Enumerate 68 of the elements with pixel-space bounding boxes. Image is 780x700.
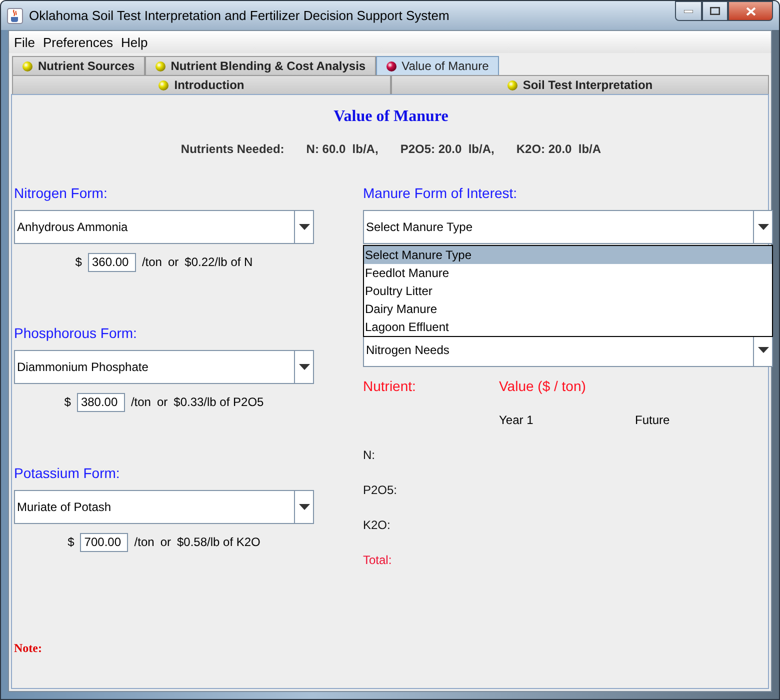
caret-icon: [298, 364, 310, 370]
nutrient-need: N: 60.0 lb/A,: [306, 142, 378, 156]
dropdown-option[interactable]: Select Manure Type: [364, 246, 772, 264]
column-heading: Year 1: [499, 413, 534, 429]
price-per-lb: $0.33/lb of P2O5: [174, 395, 264, 409]
dropdown[interactable]: Muriate of Potash: [14, 490, 314, 524]
ball-icon: [158, 80, 170, 90]
window-title: Oklahoma Soil Test Interpretation and Fertilizer Decision Support System: [29, 8, 450, 23]
menu-item[interactable]: Preferences: [42, 34, 114, 50]
dropdown[interactable]: Diammonium Phosphate: [14, 350, 314, 384]
unit-label: /ton: [130, 395, 151, 409]
tab[interactable]: Introduction: [12, 75, 390, 94]
caret-icon: [298, 504, 310, 510]
menu-item[interactable]: Help: [120, 34, 149, 50]
nutrients-needed-label: Nutrients Needed:: [180, 142, 284, 156]
maximize-button[interactable]: [702, 1, 728, 21]
maximize-icon: [710, 7, 720, 15]
note-label: Note:: [14, 641, 43, 656]
dropdown-arrow-button[interactable]: [294, 211, 313, 243]
dropdown[interactable]: Anhydrous Ammonia: [14, 210, 314, 244]
dropdown-arrow-button[interactable]: [294, 491, 313, 523]
or-label: or: [160, 535, 171, 549]
close-icon: [746, 6, 756, 16]
nutrient-need: K2O: 20.0 lb/A: [516, 142, 602, 156]
nutrient-label: P2O5:: [363, 483, 398, 497]
currency-sign: $: [75, 255, 82, 269]
minimize-icon: [684, 10, 693, 12]
nutrient-label: K2O:: [363, 518, 390, 532]
unit-label: /ton: [142, 255, 162, 269]
dropdown-arrow-button[interactable]: [294, 351, 313, 383]
dropdown-arrow-button[interactable]: [753, 211, 772, 243]
tab[interactable]: Nutrient Blending & Cost Analysis: [144, 56, 376, 75]
field-label: Phosphorous Form:: [14, 325, 138, 342]
caret-icon: [758, 224, 768, 230]
caret-icon: [298, 224, 310, 230]
nutrient-label: N:: [363, 448, 375, 462]
tab[interactable]: Value of Manure: [376, 56, 499, 75]
cup-icon: [7, 8, 23, 24]
price-field[interactable]: 700.00: [80, 532, 128, 552]
ball-icon: [22, 60, 33, 72]
column-heading: Nutrient:: [363, 378, 417, 395]
column-heading: Future: [635, 413, 671, 429]
ball-icon: [154, 60, 166, 72]
column-heading: Value ($ / ton): [499, 378, 587, 395]
price-field[interactable]: 360.00: [88, 252, 136, 272]
currency-sign: $: [64, 395, 71, 409]
field-label: Nitrogen Form:: [14, 185, 108, 202]
caret-icon: [758, 347, 768, 353]
price-field[interactable]: 380.00: [76, 392, 125, 412]
field-label: Potassium Form:: [14, 465, 121, 482]
dropdown-arrow-button[interactable]: [753, 334, 772, 366]
minimize-button[interactable]: [675, 1, 702, 21]
close-button[interactable]: [728, 1, 773, 21]
tab[interactable]: Soil Test Interpretation: [390, 75, 769, 94]
ball-icon: [386, 60, 397, 72]
ball-icon: [506, 80, 518, 90]
page-heading: Value of Manure: [334, 108, 448, 126]
price-per-lb: $0.22/lb of N: [184, 255, 253, 269]
field-label: Manure Form of Interest:: [363, 185, 518, 202]
price-per-lb: $0.58/lb of K2O: [176, 535, 260, 549]
unit-label: /ton: [134, 535, 154, 549]
tab[interactable]: Nutrient Sources: [12, 56, 145, 75]
total-label: Total:: [363, 553, 392, 567]
or-label: or: [168, 255, 179, 269]
currency-sign: $: [68, 535, 74, 549]
nutrient-need: P2O5: 20.0 lb/A,: [400, 142, 494, 156]
or-label: or: [156, 395, 168, 409]
menu-item[interactable]: File: [13, 34, 36, 50]
